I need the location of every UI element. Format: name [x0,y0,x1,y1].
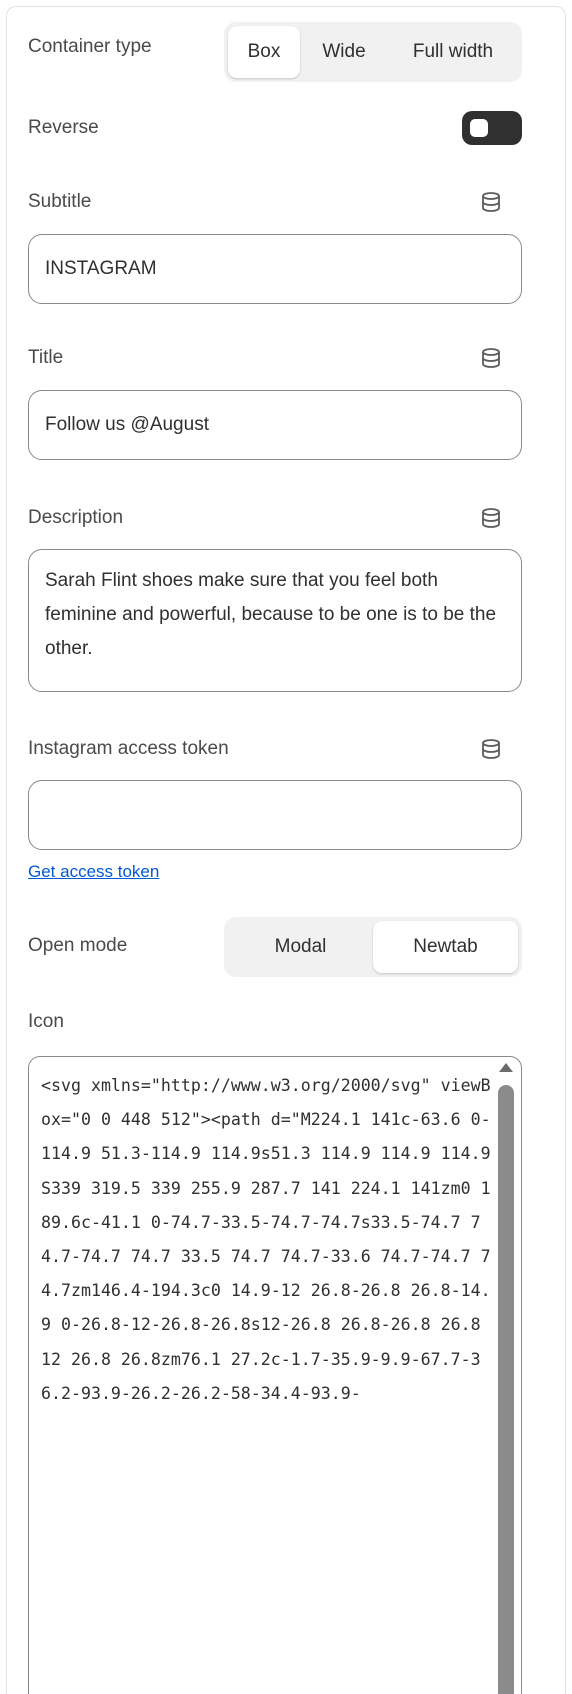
open-mode-label: Open mode [28,935,128,956]
container-type-option-box[interactable]: Box [228,26,300,78]
container-type-segmented: Box Wide Full width [224,22,522,82]
title-label: Title [28,347,64,368]
scroll-up-arrow-icon[interactable] [499,1063,513,1072]
access-token-input[interactable] [28,780,522,850]
icon-code-textarea[interactable]: <svg xmlns="http://www.w3.org/2000/svg" … [28,1056,522,1694]
database-icon[interactable] [480,191,502,213]
access-token-label: Instagram access token [28,738,229,759]
description-label: Description [28,507,124,528]
get-access-token-link[interactable]: Get access token [28,862,159,882]
open-mode-option-newtab[interactable]: Newtab [373,921,518,973]
database-icon[interactable] [480,507,502,529]
container-type-option-wide[interactable]: Wide [300,26,388,78]
container-type-label: Container type [28,36,152,57]
description-textarea[interactable]: Sarah Flint shoes make sure that you fee… [28,549,522,692]
open-mode-segmented: Modal Newtab [224,917,522,977]
title-input[interactable]: Follow us @August [28,390,522,460]
toggle-knob [470,119,488,137]
reverse-label: Reverse [28,117,99,138]
open-mode-option-modal[interactable]: Modal [228,921,373,973]
container-type-option-full-width[interactable]: Full width [388,26,518,78]
icon-label: Icon [28,1011,64,1032]
subtitle-input[interactable]: INSTAGRAM [28,234,522,304]
database-icon[interactable] [480,738,502,760]
database-icon[interactable] [480,347,502,369]
subtitle-label: Subtitle [28,191,92,212]
icon-code-content: <svg xmlns="http://www.w3.org/2000/svg" … [41,1076,491,1403]
scrollbar-thumb[interactable] [498,1085,514,1694]
reverse-toggle[interactable] [462,111,522,145]
